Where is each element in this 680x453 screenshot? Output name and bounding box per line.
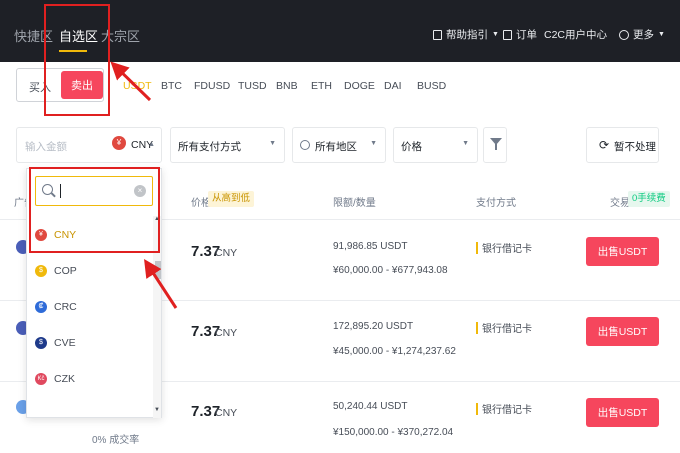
- currency-option-label: CVE: [54, 337, 76, 349]
- orders-link[interactable]: 订单: [503, 27, 537, 42]
- payment-marker: [476, 402, 478, 415]
- row-payment-label: 银行借记卡: [482, 324, 532, 335]
- chevron-down-icon: ▼: [462, 140, 469, 147]
- price-sort-toggle[interactable]: 从高到低: [208, 191, 255, 207]
- header-payment: 支付方式: [476, 198, 516, 209]
- row-payment-label: 银行借记卡: [482, 244, 532, 255]
- filter-button[interactable]: [483, 127, 507, 163]
- orders-label: 订单: [516, 29, 537, 41]
- user-center-link[interactable]: C2C用户中心: [544, 27, 607, 42]
- coin-tab-doge[interactable]: DOGE: [344, 80, 375, 92]
- currency-option-cop[interactable]: $ COP: [27, 253, 153, 289]
- payment-marker: [476, 241, 478, 254]
- payment-filter[interactable]: 所有支付方式 ▼: [170, 127, 285, 163]
- no-process-button[interactable]: ⟳ 暂不处理: [586, 127, 659, 163]
- orders-icon: [503, 29, 512, 40]
- cny-currency-icon: ¥: [112, 136, 126, 150]
- currency-option-label: CZK: [54, 373, 75, 385]
- no-process-label: 暂不处理: [614, 141, 656, 153]
- row-available: 50,240.44 USDT: [333, 401, 408, 412]
- zero-fee-badge: 0手续费: [628, 191, 670, 207]
- chevron-down-icon: ▼: [492, 31, 499, 38]
- row-price-unit: CNY: [215, 247, 238, 259]
- payment-select-label: 所有支付方式: [178, 141, 241, 153]
- row-limit: ¥45,000.00 - ¥1,274,237.62: [333, 346, 456, 357]
- row-payment-label: 银行借记卡: [482, 405, 532, 416]
- coin-tab-fdusd[interactable]: FDUSD: [194, 80, 230, 92]
- amount-filter[interactable]: 输入金额 CNY ▲: [16, 127, 162, 163]
- row-available: 172,895.20 USDT: [333, 321, 414, 332]
- row-limit: ¥60,000.00 - ¥677,943.08: [333, 265, 448, 276]
- row-price-unit: CNY: [215, 407, 238, 419]
- more-menu[interactable]: 更多 ▼: [619, 27, 665, 42]
- completion-rate: 0% 成交率: [92, 435, 140, 446]
- funnel-icon-stem: [495, 144, 497, 150]
- currency-option-label: COP: [54, 265, 77, 277]
- scroll-down-arrow[interactable]: ▼: [154, 407, 160, 413]
- header-trade: 交易: [610, 198, 630, 209]
- scrollbar-thumb[interactable]: [155, 261, 161, 279]
- sell-usdt-button[interactable]: 出售USDT: [586, 398, 659, 427]
- coin-tab-busd[interactable]: BUSD: [417, 80, 446, 92]
- help-label: 帮助指引: [446, 29, 488, 41]
- coin-tab-eth[interactable]: ETH: [311, 80, 332, 92]
- currency-option-crc[interactable]: ₡ CRC: [27, 289, 153, 325]
- help-menu[interactable]: 帮助指引 ▼: [433, 27, 499, 42]
- globe-icon: [619, 29, 629, 40]
- coin-tab-tusd[interactable]: TUSD: [238, 80, 267, 92]
- annotation-box-currency: [29, 167, 160, 253]
- currency-option-label: CRC: [54, 301, 77, 313]
- row-limit: ¥150,000.00 - ¥370,272.04: [333, 427, 454, 438]
- region-select-label: 所有地区: [315, 141, 357, 153]
- currency-option-cve[interactable]: $ CVE: [27, 325, 153, 361]
- cop-icon: $: [35, 265, 47, 277]
- row-payment: 银行借记卡: [476, 401, 532, 416]
- coin-tab-btc[interactable]: BTC: [161, 80, 182, 92]
- user-center-label: C2C用户中心: [544, 29, 608, 41]
- refresh-icon: ⟳: [599, 138, 610, 152]
- chevron-down-icon: ▼: [658, 31, 665, 38]
- czk-icon: Kč: [35, 373, 47, 385]
- currency-option-czk[interactable]: Kč CZK: [27, 361, 153, 397]
- price-select-label: 价格: [401, 141, 422, 153]
- row-price-unit: CNY: [215, 327, 238, 339]
- annotation-box-tab-sell: [44, 4, 110, 116]
- row-payment: 银行借记卡: [476, 320, 532, 335]
- crc-icon: ₡: [35, 301, 47, 313]
- sell-usdt-button[interactable]: 出售USDT: [586, 317, 659, 346]
- payment-marker: [476, 321, 478, 334]
- globe-icon: [300, 140, 310, 150]
- help-doc-icon: [433, 29, 442, 40]
- cve-icon: $: [35, 337, 47, 349]
- price-filter[interactable]: 价格 ▼: [393, 127, 478, 163]
- chevron-down-icon: ▼: [269, 140, 276, 147]
- chevron-up-icon: ▲: [148, 141, 155, 148]
- row-available: 91,986.85 USDT: [333, 241, 408, 252]
- row-payment: 银行借记卡: [476, 240, 532, 255]
- header-limit: 限额/数量: [333, 198, 376, 209]
- sell-usdt-button[interactable]: 出售USDT: [586, 237, 659, 266]
- more-label: 更多: [633, 29, 654, 41]
- chevron-down-icon: ▼: [370, 140, 377, 147]
- amount-input[interactable]: 输入金额: [25, 139, 67, 154]
- coin-tab-usdt[interactable]: USDT: [123, 80, 152, 92]
- region-filter[interactable]: 所有地区 ▼: [292, 127, 386, 163]
- coin-tab-dai[interactable]: DAI: [384, 80, 402, 92]
- coin-tab-bnb[interactable]: BNB: [276, 80, 298, 92]
